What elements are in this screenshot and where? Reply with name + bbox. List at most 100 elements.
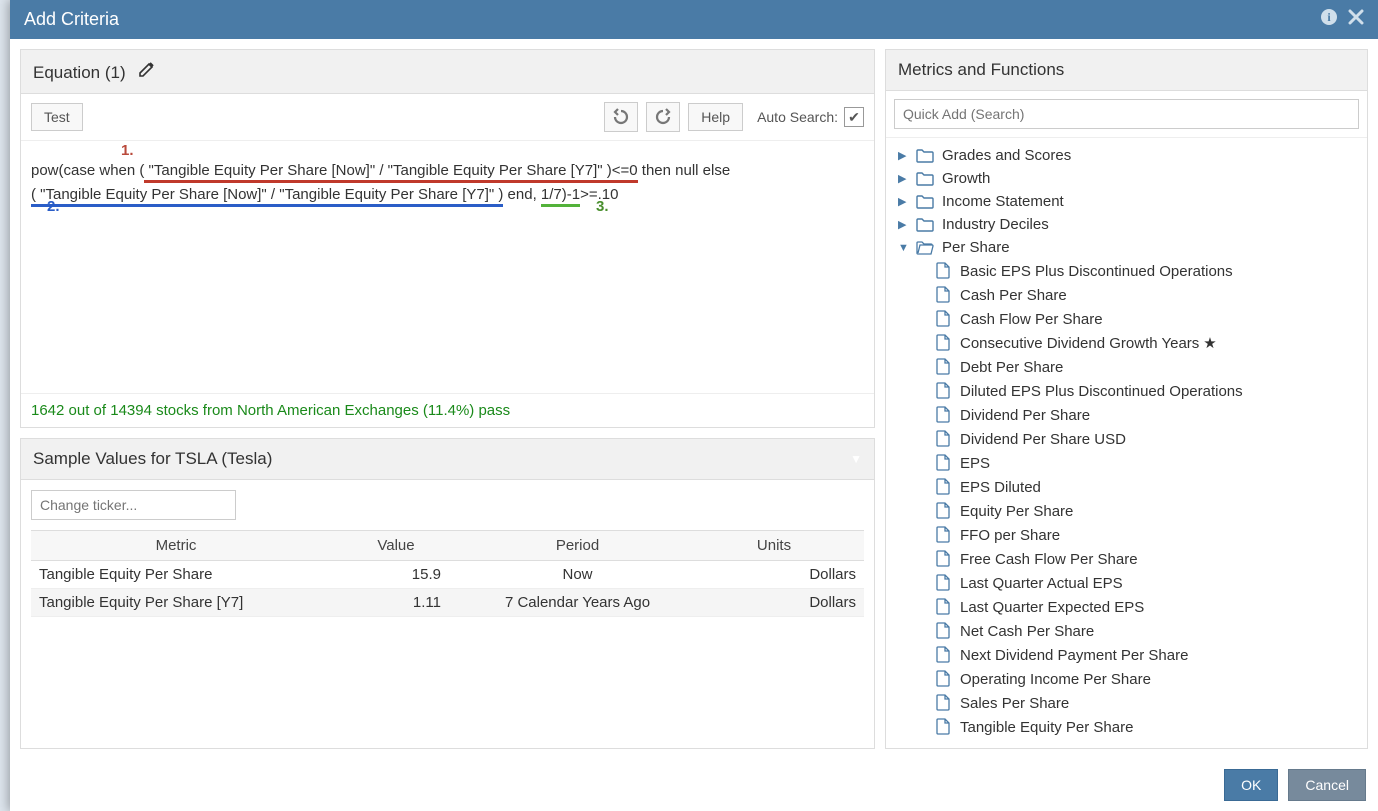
- tree-file[interactable]: FFO per Share: [896, 523, 1363, 547]
- tree-file[interactable]: Net Cash Per Share: [896, 619, 1363, 643]
- folder-open-icon: [916, 240, 934, 255]
- tree-file[interactable]: Next Dividend Payment Per Share: [896, 643, 1363, 667]
- edit-icon[interactable]: [138, 63, 156, 82]
- caret-right-icon: ▶: [898, 218, 912, 231]
- col-period[interactable]: Period: [471, 531, 684, 561]
- result-text: 1642 out of 14394 stocks from North Amer…: [21, 393, 874, 427]
- tree-folder-open[interactable]: ▼ Per Share: [896, 236, 1363, 259]
- file-icon: [936, 286, 952, 304]
- file-icon: [936, 478, 952, 496]
- tree-file[interactable]: EPS Diluted: [896, 475, 1363, 499]
- file-label: Sales Per Share: [960, 695, 1069, 712]
- file-label: Last Quarter Expected EPS: [960, 599, 1144, 616]
- ok-button[interactable]: OK: [1224, 769, 1278, 801]
- col-metric[interactable]: Metric: [31, 531, 321, 561]
- file-icon: [936, 382, 952, 400]
- file-label: Free Cash Flow Per Share: [960, 551, 1138, 568]
- tree-folder[interactable]: ▶Income Statement: [896, 190, 1363, 213]
- tree-folder[interactable]: ▶Grades and Scores: [896, 144, 1363, 167]
- file-label: Cash Flow Per Share: [960, 311, 1103, 328]
- sample-values-panel: Sample Values for TSLA (Tesla) ▼ Metric …: [20, 438, 875, 749]
- col-value[interactable]: Value: [321, 531, 471, 561]
- tree-folder[interactable]: ▶Industry Deciles: [896, 213, 1363, 236]
- folder-icon: [916, 217, 934, 232]
- file-label: Last Quarter Actual EPS: [960, 575, 1123, 592]
- annotation-3: 3.: [596, 195, 609, 219]
- tree-file[interactable]: Debt Per Share: [896, 355, 1363, 379]
- caret-down-icon: ▼: [898, 242, 912, 254]
- equation-editor[interactable]: 1. 2. 3. pow(case when ( "Tangible Equit…: [21, 141, 874, 393]
- file-label: Tangible Equity Per Share: [960, 719, 1133, 736]
- tree-file[interactable]: Operating Income Per Share: [896, 667, 1363, 691]
- ticker-input[interactable]: [31, 490, 236, 520]
- tree-file[interactable]: Tangible Equity Per Share: [896, 715, 1363, 739]
- caret-right-icon: ▶: [898, 195, 912, 208]
- file-icon: [936, 358, 952, 376]
- sample-table: Metric Value Period Units Tangible Equit…: [31, 530, 864, 617]
- table-row: Tangible Equity Per Share 15.9 Now Dolla…: [31, 561, 864, 589]
- file-icon: [936, 454, 952, 472]
- tree-file[interactable]: Diluted EPS Plus Discontinued Operations: [896, 379, 1363, 403]
- tree-file[interactable]: Dividend Per Share: [896, 403, 1363, 427]
- tree-file[interactable]: Consecutive Dividend Growth Years ★: [896, 331, 1363, 355]
- annotation-2: 2.: [47, 195, 60, 219]
- file-icon: [936, 670, 952, 688]
- file-icon: [936, 526, 952, 544]
- metrics-tree[interactable]: ▶Grades and Scores▶Growth▶Income Stateme…: [886, 138, 1367, 748]
- add-criteria-dialog: Add Criteria i Equation (1): [10, 0, 1378, 811]
- file-label: Operating Income Per Share: [960, 671, 1151, 688]
- tree-file[interactable]: Last Quarter Expected EPS: [896, 595, 1363, 619]
- file-label: FFO per Share: [960, 527, 1060, 544]
- tree-file[interactable]: Last Quarter Actual EPS: [896, 571, 1363, 595]
- dialog-title: Add Criteria: [24, 9, 119, 30]
- info-icon[interactable]: i: [1320, 8, 1338, 31]
- close-icon[interactable]: [1348, 9, 1364, 30]
- tree-file[interactable]: Cash Flow Per Share: [896, 307, 1363, 331]
- undo-button[interactable]: [604, 102, 638, 132]
- metrics-header: Metrics and Functions: [886, 50, 1367, 91]
- test-button[interactable]: Test: [31, 103, 83, 131]
- file-label: Dividend Per Share USD: [960, 431, 1126, 448]
- file-icon: [936, 502, 952, 520]
- file-label: EPS Diluted: [960, 479, 1041, 496]
- folder-icon: [916, 171, 934, 186]
- file-icon: [936, 262, 952, 280]
- col-units[interactable]: Units: [684, 531, 864, 561]
- folder-label: Per Share: [942, 239, 1010, 256]
- file-icon: [936, 334, 952, 352]
- metrics-panel: Metrics and Functions ▶Grades and Scores…: [885, 49, 1368, 749]
- tree-folder[interactable]: ▶Growth: [896, 167, 1363, 190]
- file-label: EPS: [960, 455, 990, 472]
- file-icon: [936, 718, 952, 736]
- chevron-down-icon[interactable]: ▼: [850, 452, 862, 466]
- file-icon: [936, 694, 952, 712]
- tree-file[interactable]: Basic EPS Plus Discontinued Operations: [896, 259, 1363, 283]
- folder-icon: [916, 194, 934, 209]
- tree-file[interactable]: Sales Per Share: [896, 691, 1363, 715]
- help-button[interactable]: Help: [688, 103, 743, 131]
- dialog-titlebar: Add Criteria i: [10, 0, 1378, 39]
- sample-header: Sample Values for TSLA (Tesla): [33, 449, 272, 469]
- redo-button[interactable]: [646, 102, 680, 132]
- tree-file[interactable]: Dividend Per Share USD: [896, 427, 1363, 451]
- file-label: Next Dividend Payment Per Share: [960, 647, 1188, 664]
- star-icon: ★: [1203, 334, 1216, 352]
- tree-file[interactable]: Cash Per Share: [896, 283, 1363, 307]
- folder-label: Grades and Scores: [942, 147, 1071, 164]
- tree-file[interactable]: Equity Per Share: [896, 499, 1363, 523]
- file-icon: [936, 310, 952, 328]
- file-icon: [936, 646, 952, 664]
- folder-icon: [916, 148, 934, 163]
- tree-file[interactable]: EPS: [896, 451, 1363, 475]
- file-label: Debt Per Share: [960, 359, 1063, 376]
- table-row: Tangible Equity Per Share [Y7] 1.11 7 Ca…: [31, 589, 864, 617]
- file-icon: [936, 574, 952, 592]
- search-input[interactable]: [894, 99, 1359, 129]
- equation-header: Equation (1): [33, 63, 126, 82]
- auto-search-label: Auto Search:: [757, 109, 838, 125]
- tree-file[interactable]: Free Cash Flow Per Share: [896, 547, 1363, 571]
- file-label: Cash Per Share: [960, 287, 1067, 304]
- cancel-button[interactable]: Cancel: [1288, 769, 1366, 801]
- caret-right-icon: ▶: [898, 172, 912, 185]
- auto-search-checkbox[interactable]: ✔: [844, 107, 864, 127]
